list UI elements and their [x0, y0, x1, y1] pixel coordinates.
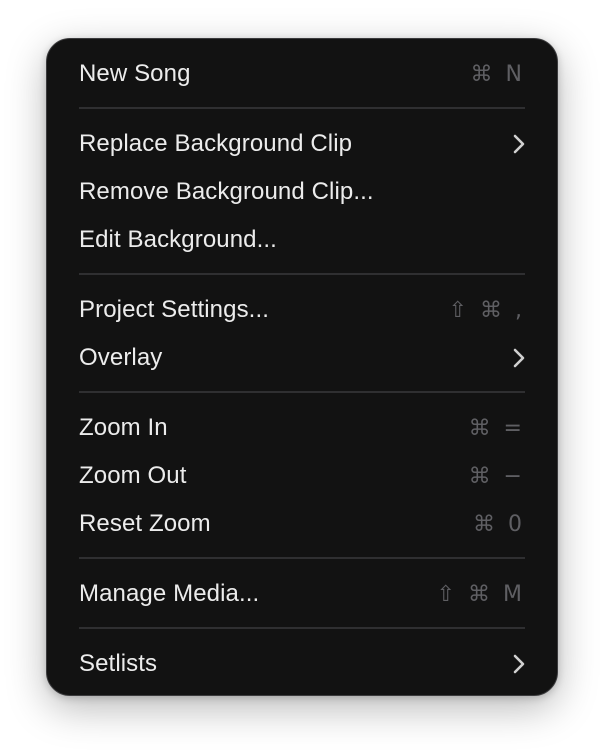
menu-item-label: Edit Background... [79, 226, 277, 253]
menu-item-edit-background[interactable]: Edit Background... [79, 218, 525, 262]
menu-item-label: Overlay [79, 344, 163, 371]
shortcut-project-settings: ⇧ ⌘ , [448, 297, 525, 323]
menu-item-label: New Song [79, 60, 191, 87]
menu-item-manage-media[interactable]: Manage Media... ⇧ ⌘ M [79, 572, 525, 616]
menu-separator [79, 273, 525, 275]
context-menu: New Song ⌘ N Replace Background Clip Rem… [46, 38, 558, 696]
menu-item-label: Reset Zoom [79, 510, 211, 537]
menu-item-zoom-out[interactable]: Zoom Out ⌘ − [79, 454, 525, 498]
menu-item-zoom-in[interactable]: Zoom In ⌘ = [79, 406, 525, 450]
menu-item-label: Zoom In [79, 414, 168, 441]
menu-separator [79, 391, 525, 393]
menu-item-reset-zoom[interactable]: Reset Zoom ⌘ 0 [79, 502, 525, 546]
menu-separator [79, 107, 525, 109]
menu-item-label: Setlists [79, 650, 158, 677]
menu-item-label: Zoom Out [79, 462, 187, 489]
menu-item-label: Manage Media... [79, 580, 260, 607]
menu-item-label: Replace Background Clip [79, 130, 353, 157]
shortcut-zoom-in: ⌘ = [468, 415, 525, 441]
menu-item-overlay[interactable]: Overlay [79, 336, 525, 380]
menu-item-setlists[interactable]: Setlists [79, 642, 525, 686]
chevron-right-icon [507, 653, 525, 675]
menu-separator [79, 627, 525, 629]
shortcut-manage-media: ⇧ ⌘ M [436, 581, 525, 607]
menu-separator [79, 557, 525, 559]
menu-item-remove-background-clip[interactable]: Remove Background Clip... [79, 170, 525, 214]
menu-item-new-song[interactable]: New Song ⌘ N [79, 52, 525, 96]
shortcut-zoom-out: ⌘ − [468, 463, 525, 489]
shortcut-new-song: ⌘ N [470, 61, 525, 87]
menu-item-label: Project Settings... [79, 296, 269, 323]
chevron-right-icon [507, 133, 525, 155]
shortcut-reset-zoom: ⌘ 0 [473, 511, 525, 537]
menu-item-project-settings[interactable]: Project Settings... ⇧ ⌘ , [79, 288, 525, 332]
menu-item-label: Remove Background Clip... [79, 178, 374, 205]
menu-item-replace-background-clip[interactable]: Replace Background Clip [79, 122, 525, 166]
chevron-right-icon [507, 347, 525, 369]
